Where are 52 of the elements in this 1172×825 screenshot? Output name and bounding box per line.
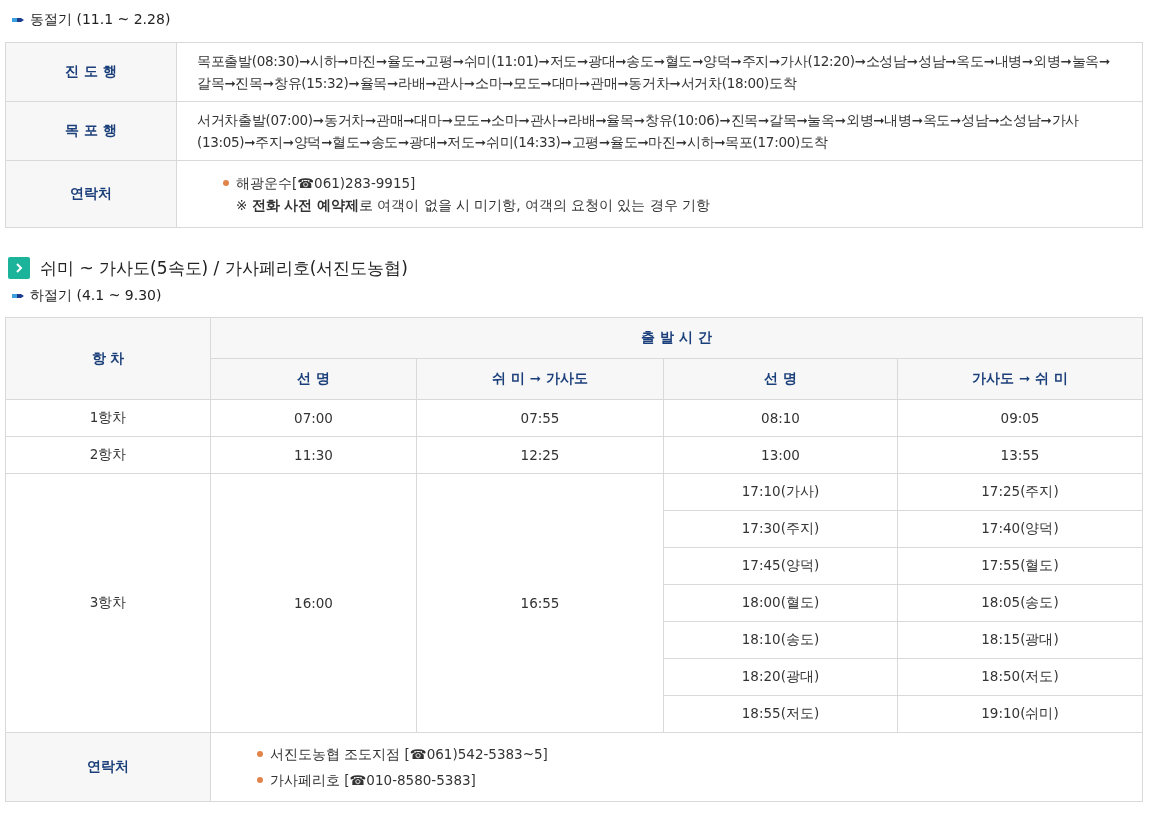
- column-header: 선 명: [663, 358, 898, 400]
- table-cell: 13:00: [663, 436, 898, 474]
- table-cell: 17:45(양덕): [663, 547, 898, 585]
- table-cell: 17:30(주지): [663, 510, 898, 548]
- column-header: 출 발 시 간: [210, 317, 1143, 359]
- table-cell: 07:00: [210, 399, 417, 437]
- table-cell: 07:55: [416, 399, 664, 437]
- table-cell: 18:10(송도): [663, 621, 898, 659]
- table-cell: 18:05(송도): [897, 584, 1143, 622]
- table-cell: 17:25(주지): [897, 473, 1143, 511]
- table-cell: 18:20(광대): [663, 658, 898, 696]
- table-cell: 16:00: [210, 473, 417, 733]
- table-cell: 17:10(가사): [663, 473, 898, 511]
- section-title: 쉬미 ~ 가사도(5속도) / 가사페리호(서진도농협): [40, 256, 408, 280]
- contact-text: 서진도농협 조도지점 [☎061)542-5383~5]: [270, 745, 548, 764]
- bullet-icon: [257, 777, 263, 783]
- bullet-icon: [223, 180, 229, 186]
- table-cell: 16:55: [416, 473, 664, 733]
- table-cell: 19:10(쉬미): [897, 695, 1143, 733]
- column-header: 선 명: [210, 358, 417, 400]
- table-cell: 18:15(광대): [897, 621, 1143, 659]
- table-cell: 17:40(양덕): [897, 510, 1143, 548]
- note-text: ※ 전화 사전 예약제로 여객이 없을 시 미기항, 여객의 요청이 있는 경우 기항: [235, 196, 711, 215]
- row-header: 진 도 행: [5, 42, 177, 102]
- table-cell: 08:10: [663, 399, 898, 437]
- table-cell: 3항차: [5, 473, 211, 733]
- table-cell: 13:55: [897, 436, 1143, 474]
- column-header: 항 차: [5, 317, 211, 400]
- route-text: 목포출발(08:30)➞시하➞마진➞율도➞고평➞쉬미(11:01)➞저도➞광대➞송도➞혈도➞양덕➞주지➞가사(12:20)➞소성남➞성남➞옥도➞내병➞외병➞눌옥➞갈목➞진목➞창유(15:32)➞율목➞라배➞관사➞소마➞모도➞대마➞관매➞동거차➞서거차(18:00)도착: [197, 53, 1110, 91]
- season-label: 동절기 (11.1 ~ 2.28): [30, 11, 171, 29]
- arrow-icon: [12, 17, 24, 23]
- contact-text: 해광운수[☎061)283-9915]: [236, 174, 416, 193]
- column-header: 가사도 ➞ 쉬 미: [897, 358, 1143, 400]
- table-cell: 2항차: [5, 436, 211, 474]
- route-text: 서거차출발(07:00)➞동거차➞관매➞대마➞모도➞소마➞관사➞라배➞율목➞창유(10:06)➞진목➞갈목➞눌옥➞외병➞내병➞옥도➞성남➞소성남➞가사(13:05)➞주지➞양덕➞혈도➞송도➞광대➞저도➞쉬미(14:33)➞고평➞율도➞마진➞시하➞목포(17:00)도착: [197, 112, 1079, 150]
- bullet-icon: [257, 751, 263, 757]
- table-cell: 17:55(혈도): [897, 547, 1143, 585]
- table-cell: 09:05: [897, 399, 1143, 437]
- season-label: 하절기 (4.1 ~ 9.30): [30, 287, 162, 305]
- row-header: 연락처: [5, 732, 211, 802]
- table-cell: 18:50(저도): [897, 658, 1143, 696]
- row-header: 연락처: [5, 160, 177, 228]
- table-cell: 18:55(저도): [663, 695, 898, 733]
- row-header: 목 포 행: [5, 101, 177, 161]
- table-cell: 12:25: [416, 436, 664, 474]
- contact-text: 가사페리호 [☎010-8580-5383]: [270, 771, 476, 790]
- arrow-icon: [12, 293, 24, 299]
- chevron-icon: [8, 257, 30, 279]
- table-cell: 1항차: [5, 399, 211, 437]
- table-cell: 11:30: [210, 436, 417, 474]
- table-cell: 18:00(혈도): [663, 584, 898, 622]
- column-header: 쉬 미 ➞ 가사도: [416, 358, 664, 400]
